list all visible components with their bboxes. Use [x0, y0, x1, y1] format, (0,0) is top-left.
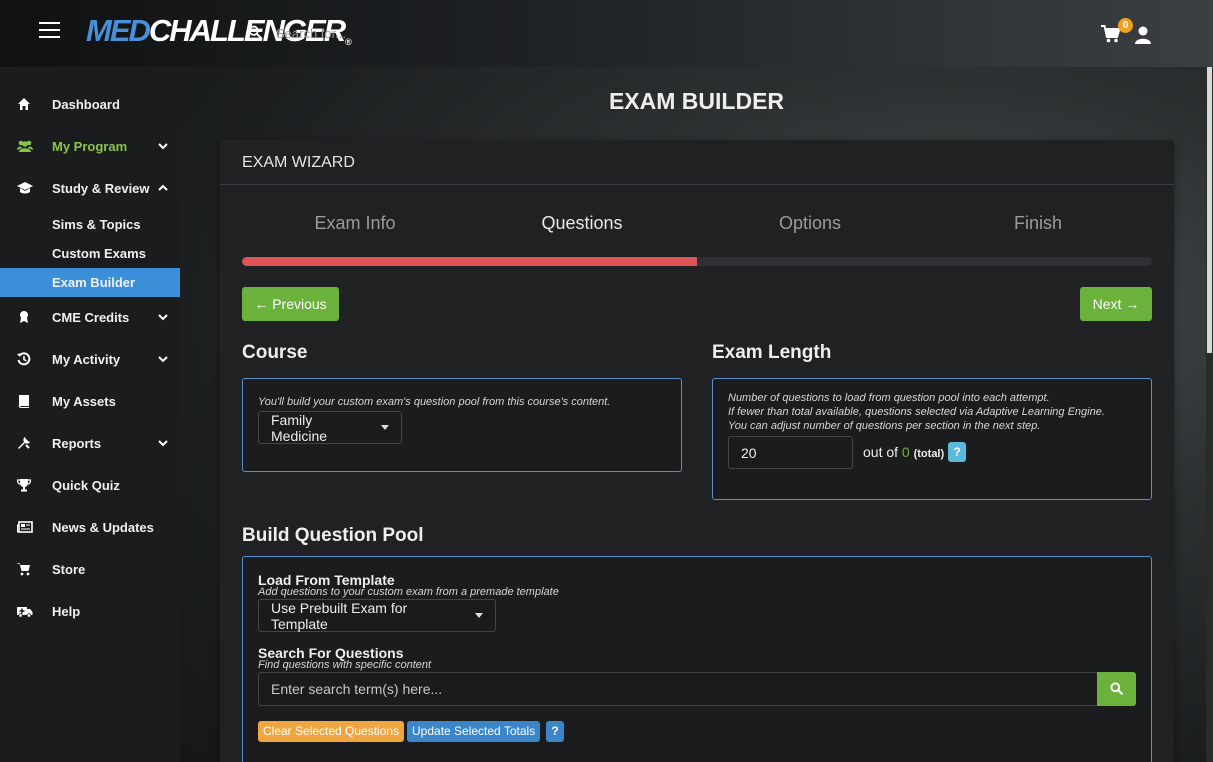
caret-down-icon — [475, 613, 483, 618]
sidebar-item-study-review[interactable]: Study & Review — [0, 174, 180, 202]
template-dropdown[interactable]: Use Prebuilt Exam for Template — [258, 599, 496, 632]
clear-selected-button[interactable]: Clear Selected Questions — [258, 721, 405, 742]
user-icon[interactable] — [1134, 26, 1152, 44]
search-questions-hint: Find questions with specific content — [258, 659, 432, 671]
trophy-icon — [17, 479, 31, 492]
exam-length-hint-1: Number of questions to load from questio… — [728, 392, 1050, 404]
build-pool-title: Build Question Pool — [242, 525, 424, 546]
card-title: EXAM WIZARD — [242, 154, 355, 171]
top-search-input[interactable] — [276, 24, 576, 42]
progress-fill — [242, 257, 697, 266]
home-icon — [18, 98, 30, 110]
next-button[interactable]: Next → — [1080, 287, 1152, 321]
logo-med: MED — [86, 13, 151, 48]
template-selected: Use Prebuilt Exam for Template — [271, 599, 408, 632]
sidebar-item-store[interactable]: Store — [0, 555, 180, 583]
exam-length-hint-2: If fewer than total available, questions… — [728, 406, 1105, 418]
graduation-cap-icon — [17, 182, 33, 194]
sidebar-item-cme-credits[interactable]: CME Credits — [0, 303, 180, 331]
users-icon — [17, 140, 33, 152]
chevron-down-icon — [158, 356, 168, 363]
caret-down-icon — [381, 425, 389, 430]
total-count: 0 — [901, 444, 910, 460]
question-pool-box: Load From Template Add questions to your… — [242, 556, 1152, 762]
course-title: Course — [242, 342, 308, 363]
ambulance-icon — [17, 607, 33, 618]
book-icon — [18, 395, 29, 408]
exam-length-hint-3: You can adjust number of questions per s… — [728, 420, 1041, 432]
card-header: EXAM WIZARD — [220, 140, 1174, 185]
exam-length-box: Number of questions to load from questio… — [712, 378, 1152, 500]
step-exam-info[interactable]: Exam Info — [245, 213, 465, 234]
newspaper-icon — [17, 521, 33, 533]
exam-length-help-button[interactable]: ? — [948, 442, 966, 462]
step-finish[interactable]: Finish — [928, 213, 1148, 234]
chevron-up-icon — [158, 184, 168, 191]
sidebar-item-label: Study & Review — [52, 180, 150, 196]
pool-help-button[interactable]: ? — [546, 721, 564, 742]
search-icon — [248, 25, 262, 39]
previous-button[interactable]: ← Previous — [242, 287, 339, 321]
chevron-down-icon — [158, 143, 168, 150]
search-icon — [1110, 682, 1123, 695]
out-of-label: out of — [863, 444, 899, 460]
template-hint: Add questions to your custom exam from a… — [258, 586, 559, 598]
sidebar-item-label: CME Credits — [52, 309, 130, 325]
tools-icon — [18, 437, 30, 449]
sidebar-subitem-label: Exam Builder — [52, 275, 136, 290]
sidebar-item-quick-quiz[interactable]: Quick Quiz — [0, 471, 180, 499]
exam-length-title: Exam Length — [712, 342, 832, 363]
out-of-total: out of 0 (total) — [863, 444, 944, 460]
sidebar-subitem-label: Custom Exams — [52, 246, 146, 261]
total-label: (total) — [913, 448, 945, 460]
sidebar-subitem-label: Sims & Topics — [52, 217, 141, 232]
chevron-down-icon — [158, 314, 168, 321]
hamburger-menu-icon[interactable] — [39, 22, 60, 38]
course-selected: Family Medicine — [271, 411, 328, 444]
sidebar-item-label: Reports — [52, 435, 102, 451]
chevron-down-icon — [158, 440, 168, 447]
exam-wizard-card: EXAM WIZARD Exam Info Questions Options … — [220, 140, 1174, 762]
course-box: You'll build your custom exam's question… — [242, 378, 682, 472]
course-dropdown[interactable]: Family Medicine — [258, 411, 402, 444]
sidebar-item-my-program[interactable]: My Program — [0, 132, 180, 160]
question-search-button[interactable] — [1097, 672, 1136, 706]
sidebar-item-my-assets[interactable]: My Assets — [0, 387, 180, 415]
sidebar-item-label: Store — [52, 561, 86, 577]
question-search-input[interactable] — [258, 672, 1098, 706]
sidebar-item-label: My Program — [52, 138, 128, 154]
sidebar-subitem-sims-topics[interactable]: Sims & Topics — [0, 210, 180, 239]
award-icon — [20, 311, 28, 323]
sidebar-item-news-updates[interactable]: News & Updates — [0, 513, 180, 541]
sidebar-item-label: My Activity — [52, 351, 121, 367]
sidebar-item-reports[interactable]: Reports — [0, 429, 180, 457]
sidebar-subitem-custom-exams[interactable]: Custom Exams — [0, 239, 180, 268]
question-count-input[interactable] — [728, 436, 853, 469]
sidebar-subitem-exam-builder[interactable]: Exam Builder — [0, 268, 180, 297]
cart-icon — [17, 563, 30, 576]
sidebar-item-dashboard[interactable]: Dashboard — [0, 90, 180, 118]
sidebar-item-label: News & Updates — [52, 519, 154, 535]
step-questions[interactable]: Questions — [472, 213, 692, 234]
sidebar-item-label: Dashboard — [52, 96, 120, 112]
history-icon — [17, 352, 31, 366]
sidebar-item-help[interactable]: Help — [0, 597, 180, 625]
update-totals-button[interactable]: Update Selected Totals — [407, 721, 541, 742]
step-options[interactable]: Options — [700, 213, 920, 234]
page-title: EXAM BUILDER — [608, 88, 785, 114]
sidebar-item-label: Quick Quiz — [52, 477, 120, 493]
cart-count-badge: 0 — [1118, 18, 1133, 33]
course-hint: You'll build your custom exam's question… — [258, 396, 611, 408]
sidebar-item-my-activity[interactable]: My Activity — [0, 345, 180, 373]
top-bar: MEDCHALLENGER® 0 — [0, 0, 1213, 67]
wizard-progress-bar — [242, 257, 1152, 266]
sidebar-item-label: Help — [52, 603, 81, 619]
sidebar-item-label: My Assets — [52, 393, 116, 409]
